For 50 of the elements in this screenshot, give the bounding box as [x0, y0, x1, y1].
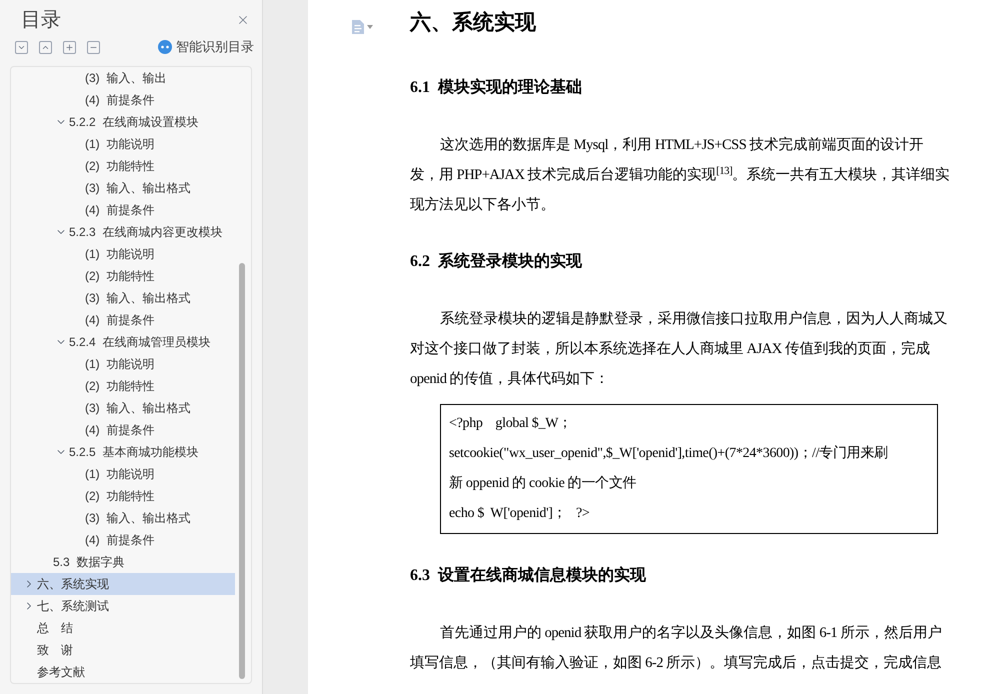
smart-toc-button[interactable]: 智能识别目录 [158, 37, 254, 57]
toc-item[interactable]: (2) 功能特性 [11, 265, 235, 287]
toc-item[interactable]: (1) 功能说明 [11, 463, 235, 485]
toc-item[interactable]: (3) 输入、输出格式 [11, 177, 235, 199]
chapter-heading: 六、系统实现 [410, 9, 537, 36]
toc-item[interactable]: (1) 功能说明 [11, 243, 235, 265]
toc-item[interactable]: (4) 前提条件 [11, 309, 235, 331]
toc-item[interactable]: 5.2.5 基本商城功能模块 [11, 441, 235, 463]
toc-item[interactable]: (1) 功能说明 [11, 353, 235, 375]
body-paragraph: 首先通过用户的 openid 获取用户的名字以及头像信息，如图 6-1 所示，然后用户填写信息，（其间有输入验证，如图 6-2 所示）。填写完成后，点击提交，完成信息 [410, 624, 943, 673]
scrollbar-thumb[interactable] [239, 263, 245, 679]
section-heading: 6.1 模块实现的理论基础 [410, 77, 583, 98]
sidebar-title: 目录 [21, 8, 61, 33]
toc-item[interactable]: (3) 输入、输出格式 [11, 397, 235, 419]
toc-item[interactable]: 致 谢 [11, 639, 235, 661]
toc-item[interactable]: (2) 功能特性 [11, 375, 235, 397]
plus-icon [65, 42, 74, 52]
toc-item[interactable]: (3) 输入、输出 [11, 67, 235, 89]
document-icon[interactable] [352, 20, 364, 34]
toc-item[interactable]: 六、系统实现 [11, 573, 235, 595]
toc-item[interactable]: 5.3 数据字典 [11, 551, 235, 573]
toc-item[interactable]: 5.2.4 在线商城管理员模块 [11, 331, 235, 353]
toc-item[interactable]: (4) 前提条件 [11, 419, 235, 441]
toc-item[interactable]: 5.2.2 在线商城设置模块 [11, 111, 235, 133]
toc-item[interactable]: (2) 功能特性 [11, 155, 235, 177]
robot-face-icon [158, 40, 172, 54]
plus-button[interactable] [63, 40, 76, 54]
toc-item[interactable]: (4) 前提条件 [11, 529, 235, 551]
minus-button[interactable] [87, 40, 100, 54]
toc-item[interactable]: (4) 前提条件 [11, 89, 235, 111]
code-line: <?php global $_W； [449, 415, 573, 433]
body-paragraph: 系统登录模块的逻辑是静默登录，采用微信接口拉取用户信息，因为人人商城又对这个接口做了封装，所以本系统选择在人人商城里 AJAX 传值到我的页面，完成 openid 的传值，具体代码如下： [410, 310, 948, 389]
toc-item[interactable]: 总 结 [11, 617, 235, 639]
toc-item[interactable]: (1) 功能说明 [11, 133, 235, 155]
chevron-down-button[interactable] [15, 40, 28, 54]
section-heading: 6.2 系统登录模块的实现 [410, 251, 583, 272]
chevron-up-button[interactable] [39, 40, 52, 54]
code-line: 新 oppenid 的 cookie 的一个文件 [449, 474, 638, 493]
section-heading: 6.3 设置在线商城信息模块的实现 [410, 565, 647, 586]
code-line: setcookie("wx_user_openid",$_W['openid'],time()+(7*24*3600))；//专门用来刷 [449, 444, 889, 463]
toc-item[interactable]: (3) 输入、输出格式 [11, 507, 235, 529]
body-paragraph: 这次选用的数据库是 Mysql，利用 HTML+JS+CSS 技术完成前端页面的设计开发，用 PHP+AJAX 技术完成后台逻辑功能的实现$^{[13]}$。系统一共有五大模块，其详细实现方法见以下各小节。 [410, 136, 950, 215]
toc-item[interactable]: (2) 功能特性 [11, 485, 235, 507]
code-line: echo $ W['openid']； ?> [449, 505, 590, 523]
toc-item[interactable]: 七、系统测试 [11, 595, 235, 617]
toc-item[interactable]: (3) 输入、输出格式 [11, 287, 235, 309]
toc-item[interactable]: (4) 前提条件 [11, 199, 235, 221]
caret-icon[interactable] [366, 25, 372, 29]
toc-item[interactable]: 参考文献 [11, 661, 235, 683]
toc-item[interactable]: 5.2.3 在线商城内容更改模块 [11, 221, 235, 243]
